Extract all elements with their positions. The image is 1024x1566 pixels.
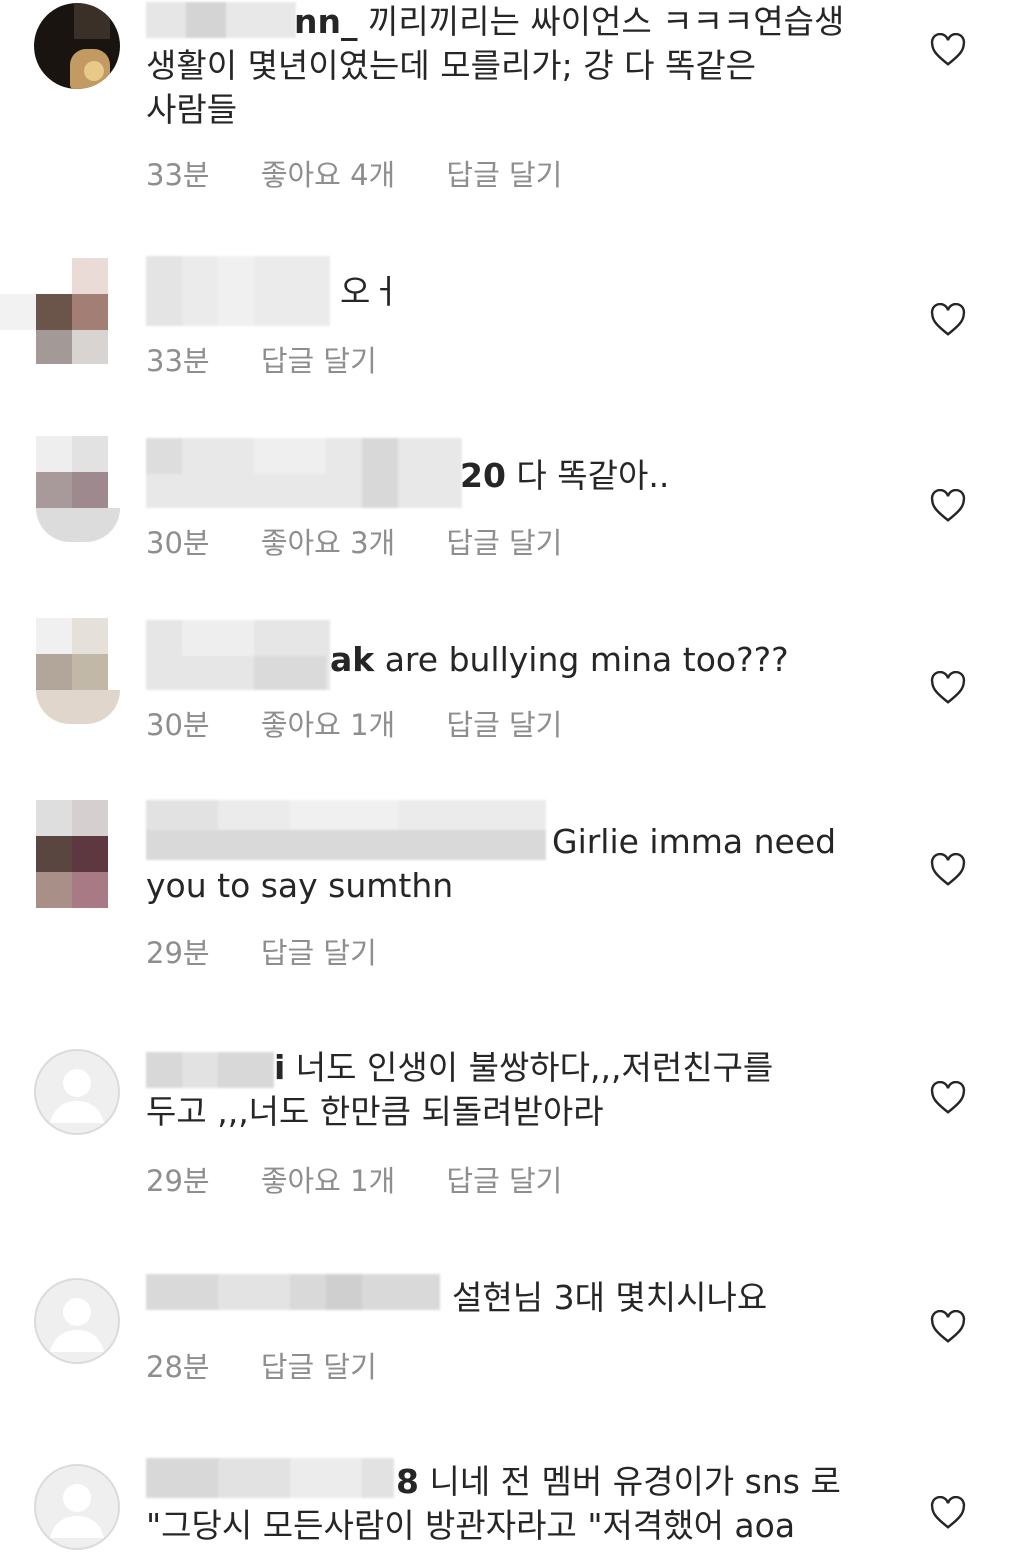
username: 20	[460, 456, 506, 495]
comment-text: Girlie imma need you to say sumthn	[146, 822, 837, 905]
comment-text: 오ㅓ	[340, 272, 401, 311]
comment-meta: 30분 좋아요 1개 답글 달기	[146, 702, 604, 744]
like-count[interactable]: 좋아요 1개	[261, 708, 395, 742]
heart-outline-icon[interactable]	[930, 1310, 966, 1344]
like-count[interactable]: 좋아요 3개	[261, 526, 395, 560]
timestamp: 28분	[146, 1350, 210, 1384]
person-icon	[50, 1298, 104, 1352]
heart-outline-icon[interactable]	[930, 303, 966, 337]
comment-text: 20 다 똑같아..	[460, 456, 670, 495]
avatar[interactable]	[34, 1464, 120, 1550]
comment-meta: 33분 답글 달기	[146, 338, 419, 380]
reply-button[interactable]: 답글 달기	[261, 1350, 377, 1384]
heart-outline-icon[interactable]	[930, 853, 966, 887]
like-count[interactable]: 좋아요 1개	[261, 1164, 395, 1198]
username: ak	[330, 640, 375, 679]
reply-button[interactable]: 답글 달기	[446, 526, 562, 560]
timestamp: 30분	[146, 526, 210, 560]
reply-button[interactable]: 답글 달기	[446, 158, 562, 192]
avatar[interactable]	[0, 254, 120, 364]
reply-button[interactable]: 답글 달기	[446, 708, 562, 742]
comment-text: i 너도 인생이 불쌍하다,,,저런친구를 두고 ,,,너도 한만큼 되돌려받아…	[146, 1048, 774, 1131]
username: nn_	[294, 2, 358, 41]
comment-meta: 29분 좋아요 1개 답글 달기	[146, 1158, 604, 1200]
timestamp: 30분	[146, 708, 210, 742]
heart-outline-icon[interactable]	[930, 671, 966, 705]
avatar[interactable]	[34, 3, 120, 89]
reply-button[interactable]: 답글 달기	[446, 1164, 562, 1198]
comment-text: 설현님 3대 몇치시나요	[452, 1278, 768, 1317]
comment-meta: 29분 답글 달기	[146, 930, 419, 972]
heart-outline-icon[interactable]	[930, 33, 966, 67]
avatar[interactable]	[0, 800, 120, 910]
heart-outline-icon[interactable]	[930, 1496, 966, 1530]
username: 8	[396, 1462, 419, 1501]
avatar[interactable]	[0, 436, 120, 546]
comment-text: nn_ 끼리끼리는 싸이언스 ㅋㅋㅋ연습생 생활이 몇년이였는데 모를리가; 걍…	[146, 2, 845, 129]
reply-button[interactable]: 답글 달기	[261, 344, 377, 378]
avatar[interactable]	[34, 1278, 120, 1364]
comment-meta: 30분 좋아요 3개 답글 달기	[146, 520, 604, 562]
comment-text: ak are bullying mina too???	[330, 640, 789, 679]
comment-meta: 28분 답글 달기	[146, 1344, 419, 1386]
timestamp: 33분	[146, 344, 210, 378]
heart-outline-icon[interactable]	[930, 489, 966, 523]
comment-meta: 33분 좋아요 4개 답글 달기	[146, 152, 604, 194]
person-icon	[50, 1484, 104, 1538]
timestamp: 33분	[146, 158, 210, 192]
username: i	[274, 1048, 286, 1087]
heart-outline-icon[interactable]	[930, 1081, 966, 1115]
person-icon	[50, 1069, 104, 1123]
avatar[interactable]	[0, 618, 120, 728]
avatar[interactable]	[34, 1049, 120, 1135]
timestamp: 29분	[146, 1164, 210, 1198]
timestamp: 29분	[146, 936, 210, 970]
comment-text: 8 니네 전 멤버 유경이가 sns 로 "그당시 모든사람이 방관자라고 "저…	[146, 1462, 841, 1545]
reply-button[interactable]: 답글 달기	[261, 936, 377, 970]
like-count[interactable]: 좋아요 4개	[261, 158, 395, 192]
